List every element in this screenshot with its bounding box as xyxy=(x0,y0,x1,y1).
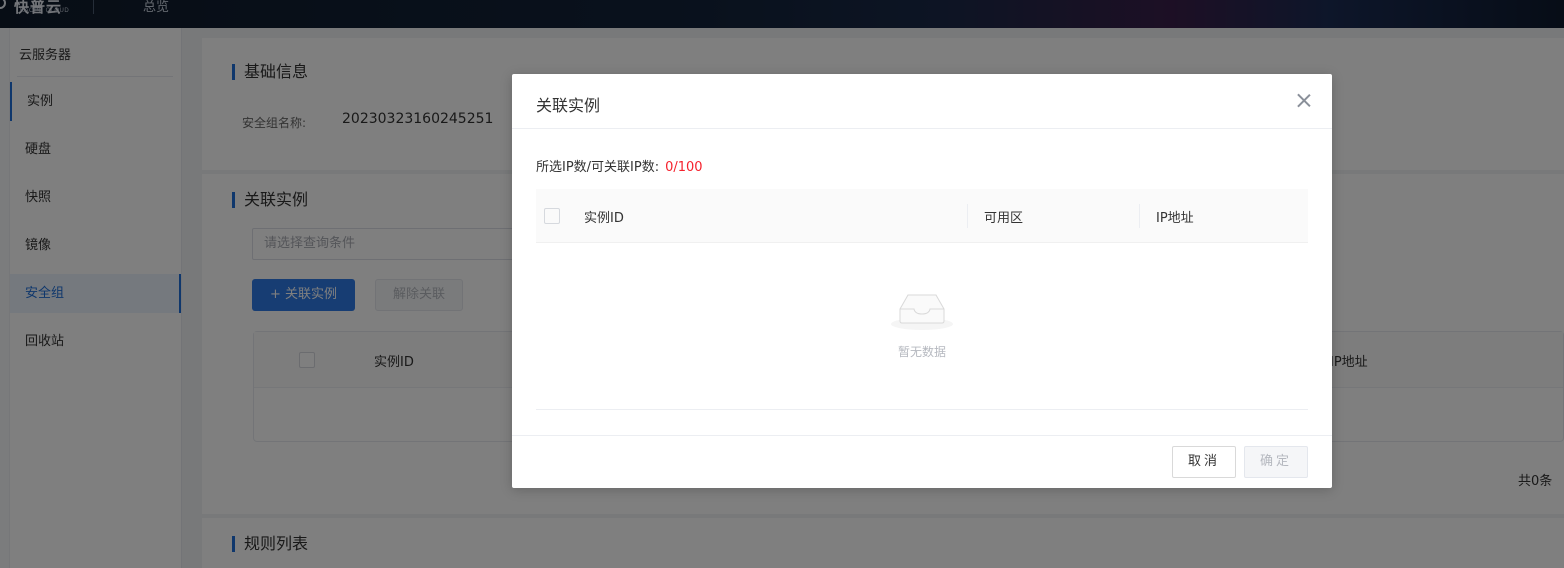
dialog-header-divider xyxy=(512,128,1332,129)
dialog-footer-divider xyxy=(512,435,1332,436)
empty-state: 暂无数据 xyxy=(536,243,1308,410)
ip-count-value: 0/100 xyxy=(665,160,703,175)
column-separator xyxy=(967,204,968,228)
link-instance-dialog: 关联实例 所选IP数/可关联IP数: 0/100 实例ID 可用区 IP地址 暂无… xyxy=(512,74,1332,488)
close-icon[interactable] xyxy=(1296,92,1312,108)
empty-inbox-icon xyxy=(891,294,953,330)
dialog-column-instance-id: 实例ID xyxy=(584,211,624,226)
dialog-select-all-checkbox[interactable] xyxy=(544,208,560,224)
ip-count-label: 所选IP数/可关联IP数: xyxy=(536,160,660,175)
column-separator xyxy=(1139,204,1140,228)
dialog-table-header: 实例ID 可用区 IP地址 xyxy=(536,189,1308,243)
cancel-button[interactable]: 取消 xyxy=(1172,446,1236,478)
dialog-column-zone: 可用区 xyxy=(984,211,1024,226)
confirm-button: 确定 xyxy=(1244,446,1308,478)
dialog-title: 关联实例 xyxy=(536,96,601,115)
dialog-column-ip-address: IP地址 xyxy=(1156,211,1194,226)
ip-count-info: 所选IP数/可关联IP数: 0/100 xyxy=(536,156,703,175)
empty-text: 暂无数据 xyxy=(897,345,946,359)
